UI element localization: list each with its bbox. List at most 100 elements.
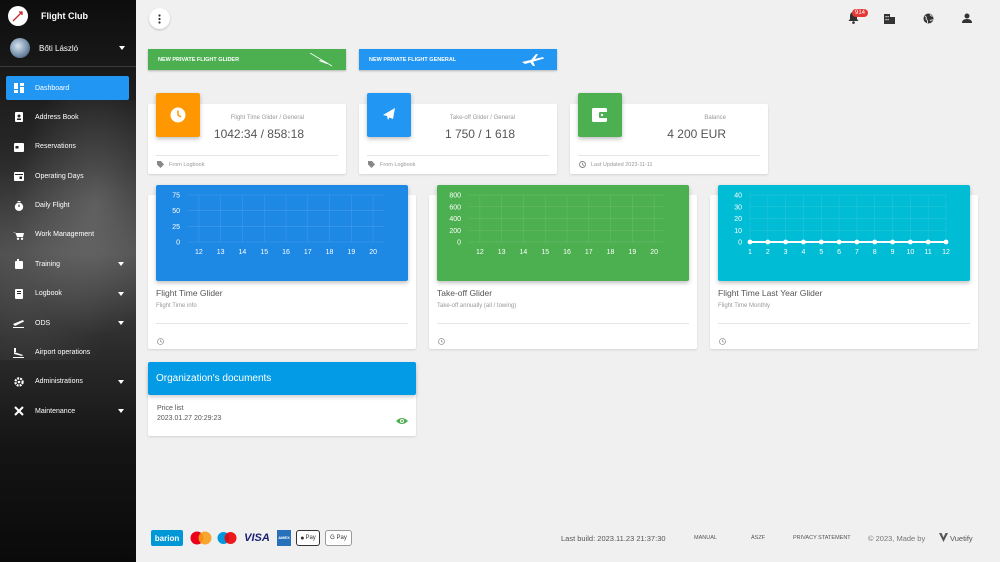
calendar-icon (13, 141, 24, 152)
stat-label: Take-off Glider / General (449, 115, 515, 121)
take-off-chart: 0 200 400 600 800 12 13 14 15 16 17 18 19 20 (449, 193, 665, 256)
organization-documents-card: Organization's documents Price list 2023… (148, 362, 416, 436)
sidebar-item-training[interactable]: Training (6, 252, 129, 276)
new-private-flight-general-button[interactable]: NEW PRIVATE FLIGHT GENERAL (359, 49, 557, 70)
chart-title: Take-off Glider (437, 288, 493, 298)
data-point (872, 239, 878, 245)
glider-icon (309, 53, 333, 67)
wheelbarrow-icon (13, 229, 24, 240)
sidebar-item-maintenance[interactable]: Maintenance (6, 399, 129, 423)
wallet-icon (592, 108, 608, 122)
user-menu[interactable]: Bőti László (10, 38, 130, 58)
sidebar-item-work-management[interactable]: Work Management (6, 223, 129, 247)
data-point (836, 239, 842, 245)
y-tick-label: 30 (734, 204, 742, 211)
gear-icon (13, 376, 24, 387)
stat-card-balance: Balance 4 200 EUR Last Updated 2023-11-1… (570, 93, 768, 174)
stat-value: 1042:34 / 858:18 (213, 127, 304, 141)
privacy-statement-link[interactable]: PRIVACY STATEMENT (793, 535, 851, 541)
sidebar-item-address-book[interactable]: Address Book (6, 105, 129, 129)
sidebar-item-administrations[interactable]: Administrations (6, 370, 129, 394)
data-point (765, 239, 771, 245)
flight-time-chart: 0 25 50 75 12 13 14 15 16 17 18 19 20 (172, 193, 384, 256)
x-tick-label: 19 (347, 249, 355, 256)
y-tick-label: 75 (172, 193, 180, 200)
documents-title: Organization's documents (156, 373, 272, 384)
sidebar-divider (0, 66, 136, 67)
chart-subtitle: Flight Time info (156, 303, 197, 309)
mastercard-logo (190, 530, 212, 546)
y-tick-label: 50 (172, 208, 180, 215)
sidebar-item-label: ODS (35, 319, 51, 327)
sidebar-nav: Dashboard Address Book Reservations Oper… (6, 76, 129, 429)
user-name: Bőti László (39, 43, 79, 53)
brand[interactable]: Flight Club (8, 5, 88, 27)
apple-pay-logo: ● Pay (296, 530, 320, 546)
y-tick-label: 40 (734, 193, 742, 200)
x-tick-label: 13 (217, 249, 225, 256)
chevron-down-icon (119, 46, 125, 50)
more-menu-button[interactable] (149, 8, 170, 29)
data-point (890, 239, 895, 245)
x-tick-label: 18 (326, 249, 334, 256)
sidebar-item-daily-flight[interactable]: Daily Flight (6, 194, 129, 218)
document-name: Price list (157, 405, 184, 412)
view-document-button[interactable] (396, 412, 408, 430)
sidebar-item-reservations[interactable]: Reservations (6, 135, 129, 159)
tag-icon (157, 161, 164, 168)
data-point (943, 239, 949, 245)
barion-logo: barion (151, 530, 183, 546)
address-book-icon (13, 112, 24, 123)
x-tick-label: 20 (369, 249, 377, 256)
app-title: Flight Club (41, 11, 88, 21)
x-tick-label: 5 (819, 249, 823, 256)
account-button[interactable] (960, 11, 974, 25)
x-tick-label: 14 (520, 249, 528, 256)
x-tick-label: 9 (891, 249, 895, 256)
vuetify-link[interactable]: Vuetify (950, 534, 973, 543)
data-point (854, 239, 860, 245)
avatar (10, 38, 30, 58)
language-button[interactable] (921, 11, 935, 25)
sidebar-item-dashboard[interactable]: Dashboard (6, 76, 129, 100)
x-tick-label: 15 (260, 249, 268, 256)
clock-icon (438, 338, 445, 345)
stat-footer-text: Last Updated 2023-11-11 (591, 161, 653, 168)
chart-divider (156, 323, 408, 324)
x-tick-label: 16 (563, 249, 571, 256)
organization-button[interactable] (882, 11, 896, 25)
data-point (907, 239, 913, 245)
globe-icon (923, 13, 933, 23)
chevron-down-icon (118, 291, 124, 296)
chevron-down-icon (118, 409, 124, 414)
stat-value: 1 750 / 1 618 (444, 127, 515, 141)
x-tick-label: 18 (607, 249, 615, 256)
eye-icon (396, 418, 408, 424)
chart-subtitle: Take-off annually (all / towing) (437, 303, 517, 309)
aszf-link[interactable]: ÁSZF (751, 535, 765, 541)
manual-link[interactable]: MANUAL (694, 535, 717, 541)
sidebar-item-airport-operations[interactable]: Airport operations (6, 341, 129, 365)
chart-card-take-off: 0 200 400 600 800 12 13 14 15 16 17 18 19 20 Take-off… (429, 185, 697, 349)
stat-footer: From Logbook (157, 161, 204, 168)
sidebar-item-ods[interactable]: ODS (6, 311, 129, 335)
y-tick-label: 400 (449, 216, 461, 223)
timer-icon (13, 200, 24, 211)
airport-icon (13, 347, 24, 358)
x-tick-label: 7 (855, 249, 859, 256)
clock-icon (719, 338, 726, 345)
clock-icon (170, 107, 186, 123)
chart-card-flight-time: 0 25 50 75 12 13 14 15 16 17 18 19 20 Flight Time Gl… (148, 185, 416, 349)
new-private-flight-glider-button[interactable]: NEW PRIVATE FLIGHT GLIDER (148, 49, 346, 70)
x-tick-label: 17 (585, 249, 593, 256)
x-tick-label: 17 (304, 249, 312, 256)
last-build: Last build: 2023.11.23 21:37:30 (561, 534, 666, 543)
y-tick-label: 20 (734, 216, 742, 223)
sidebar-item-operating-days[interactable]: Operating Days (6, 164, 129, 188)
x-tick-label: 12 (942, 249, 950, 256)
stat-label: Balance (704, 115, 726, 121)
sidebar-item-logbook[interactable]: Logbook (6, 282, 129, 306)
x-tick-label: 12 (195, 249, 203, 256)
x-tick-label: 4 (802, 249, 806, 256)
book-icon (13, 288, 24, 299)
